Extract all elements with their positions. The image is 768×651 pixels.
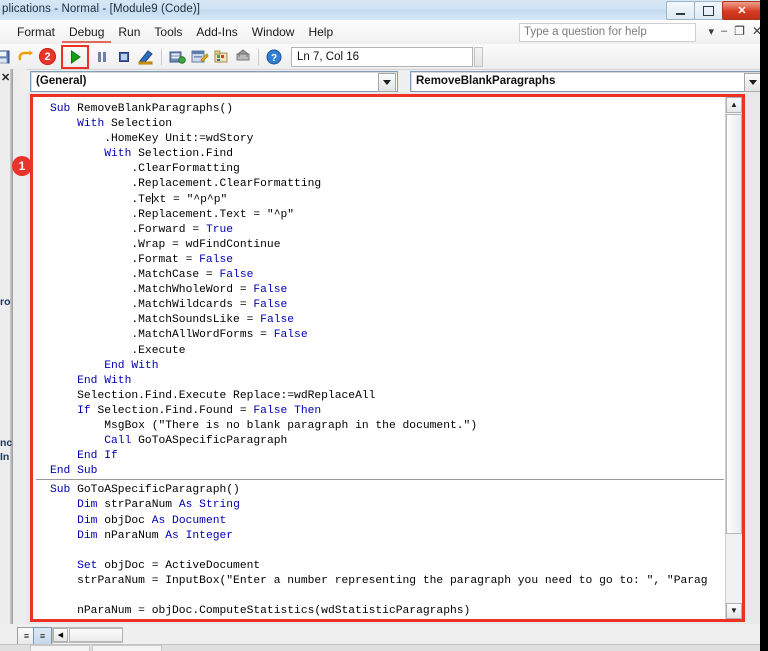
procedure-separator bbox=[36, 479, 724, 481]
menu-run[interactable]: Run bbox=[111, 23, 147, 43]
menu-run-label: Run bbox=[118, 25, 141, 39]
menu-debug[interactable]: Debug bbox=[62, 23, 112, 43]
run-icon[interactable] bbox=[65, 47, 85, 67]
menu-add-ins[interactable]: Add-Ins bbox=[189, 23, 244, 43]
panel-divider bbox=[10, 69, 13, 651]
mdi-dropdown-icon[interactable]: ▾ bbox=[709, 25, 715, 38]
taskbar-item-1[interactable] bbox=[30, 645, 90, 651]
object-combobox[interactable]: (General) bbox=[30, 71, 398, 92]
close-button[interactable]: ✕ bbox=[722, 1, 762, 20]
procedure-combobox[interactable]: RemoveBlankParagraphs bbox=[410, 71, 764, 92]
code-vertical-scrollbar[interactable]: ▲ ▼ bbox=[725, 97, 742, 619]
toolbar-grip[interactable] bbox=[474, 46, 483, 67]
taskbar-item-2[interactable] bbox=[92, 645, 162, 651]
code-text-goto-specific-paragraph[interactable]: Sub GoToASpecificParagraph() Dim strPara… bbox=[36, 480, 724, 619]
screen-edge-filler bbox=[760, 0, 768, 651]
restore-button[interactable] bbox=[694, 1, 723, 20]
help-question-placeholder: Type a question for help bbox=[524, 26, 647, 38]
run-button-highlight bbox=[61, 44, 89, 69]
toolbar-separator bbox=[161, 48, 162, 65]
hscroll-thumb[interactable] bbox=[69, 628, 123, 642]
mdi-restore-icon[interactable]: ❐ bbox=[734, 24, 745, 38]
menu-item-list: Format Debug Run Tools Add-Ins Window He… bbox=[10, 23, 340, 43]
code-horizontal-scrollbar[interactable]: ◀ bbox=[52, 627, 123, 643]
save-icon[interactable] bbox=[0, 47, 13, 67]
full-module-view-button[interactable]: ≡ bbox=[33, 627, 52, 645]
code-pane-header: (General) RemoveBlankParagraphs bbox=[22, 70, 768, 92]
side-fragment-1: ro bbox=[0, 296, 11, 308]
code-scroll-area[interactable]: Sub RemoveBlankParagraphs() With Selecti… bbox=[36, 100, 724, 619]
help-icon[interactable]: ? bbox=[264, 47, 284, 67]
toolbox-icon[interactable] bbox=[233, 47, 253, 67]
menu-window-label: Window bbox=[251, 25, 295, 39]
design-mode-icon[interactable] bbox=[136, 47, 156, 67]
menu-tools-label: Tools bbox=[154, 25, 183, 39]
undo-icon[interactable] bbox=[15, 47, 35, 67]
mdi-window-controls: ▾ – ❐ ✕ bbox=[709, 24, 762, 38]
chevron-down-icon[interactable] bbox=[378, 73, 396, 92]
menu-tools[interactable]: Tools bbox=[147, 23, 189, 43]
bottom-strip bbox=[0, 644, 768, 651]
mdi-minimize-icon[interactable]: – bbox=[721, 25, 727, 37]
menu-help-label: Help bbox=[308, 25, 334, 39]
menu-add-ins-label: Add-Ins bbox=[196, 25, 238, 39]
vba-editor-window: plications - Normal - [Module9 (Code)] ✕… bbox=[0, 0, 768, 651]
marker-badge-1: 1 bbox=[12, 156, 32, 176]
standard-toolbar: 2 ? Ln 7, Col 16 bbox=[0, 44, 768, 70]
menu-format-label: Format bbox=[17, 25, 56, 39]
object-browser-icon[interactable] bbox=[211, 47, 231, 67]
scroll-down-button[interactable]: ▼ bbox=[726, 603, 742, 619]
procedure-view-label: ≡ bbox=[23, 631, 30, 641]
project-explorer-icon[interactable] bbox=[167, 47, 187, 67]
object-combobox-value: (General) bbox=[36, 75, 87, 87]
panel-close-icon[interactable]: ✕ bbox=[1, 71, 10, 84]
reset-icon[interactable] bbox=[114, 47, 134, 67]
scroll-up-button[interactable]: ▲ bbox=[726, 97, 742, 113]
marker-badge-2: 2 bbox=[39, 48, 56, 65]
toolbar-separator-2 bbox=[258, 48, 259, 65]
window-controls: ✕ bbox=[666, 1, 762, 20]
code-editor-window[interactable]: Sub RemoveBlankParagraphs() With Selecti… bbox=[30, 94, 745, 622]
menu-format[interactable]: Format bbox=[10, 23, 62, 43]
code-text-remove-blank-paragraphs[interactable]: Sub RemoveBlankParagraphs() With Selecti… bbox=[36, 100, 724, 479]
full-module-view-label: ≡ bbox=[39, 631, 46, 641]
side-fragment-3: In bbox=[0, 451, 10, 463]
menu-window[interactable]: Window bbox=[245, 23, 302, 43]
menu-help[interactable]: Help bbox=[301, 23, 340, 43]
help-question-input[interactable]: Type a question for help bbox=[519, 23, 696, 42]
window-title: plications - Normal - [Module9 (Code)] bbox=[2, 3, 201, 15]
menu-debug-label: Debug bbox=[69, 25, 105, 39]
procedure-combobox-value: RemoveBlankParagraphs bbox=[416, 75, 556, 87]
properties-window-icon[interactable] bbox=[189, 47, 209, 67]
minimize-button[interactable] bbox=[666, 1, 695, 20]
break-icon[interactable] bbox=[92, 47, 112, 67]
scroll-thumb[interactable] bbox=[726, 114, 742, 534]
svg-text:?: ? bbox=[271, 53, 277, 64]
scroll-left-glyph: ◀ bbox=[57, 632, 64, 639]
title-bar: plications - Normal - [Module9 (Code)] ✕ bbox=[0, 0, 768, 21]
side-fragment-2: nc bbox=[0, 437, 13, 449]
menu-bar: Format Debug Run Tools Add-Ins Window He… bbox=[0, 20, 768, 45]
position-indicator: Ln 7, Col 16 bbox=[291, 46, 473, 67]
scroll-left-button[interactable]: ◀ bbox=[53, 628, 68, 642]
